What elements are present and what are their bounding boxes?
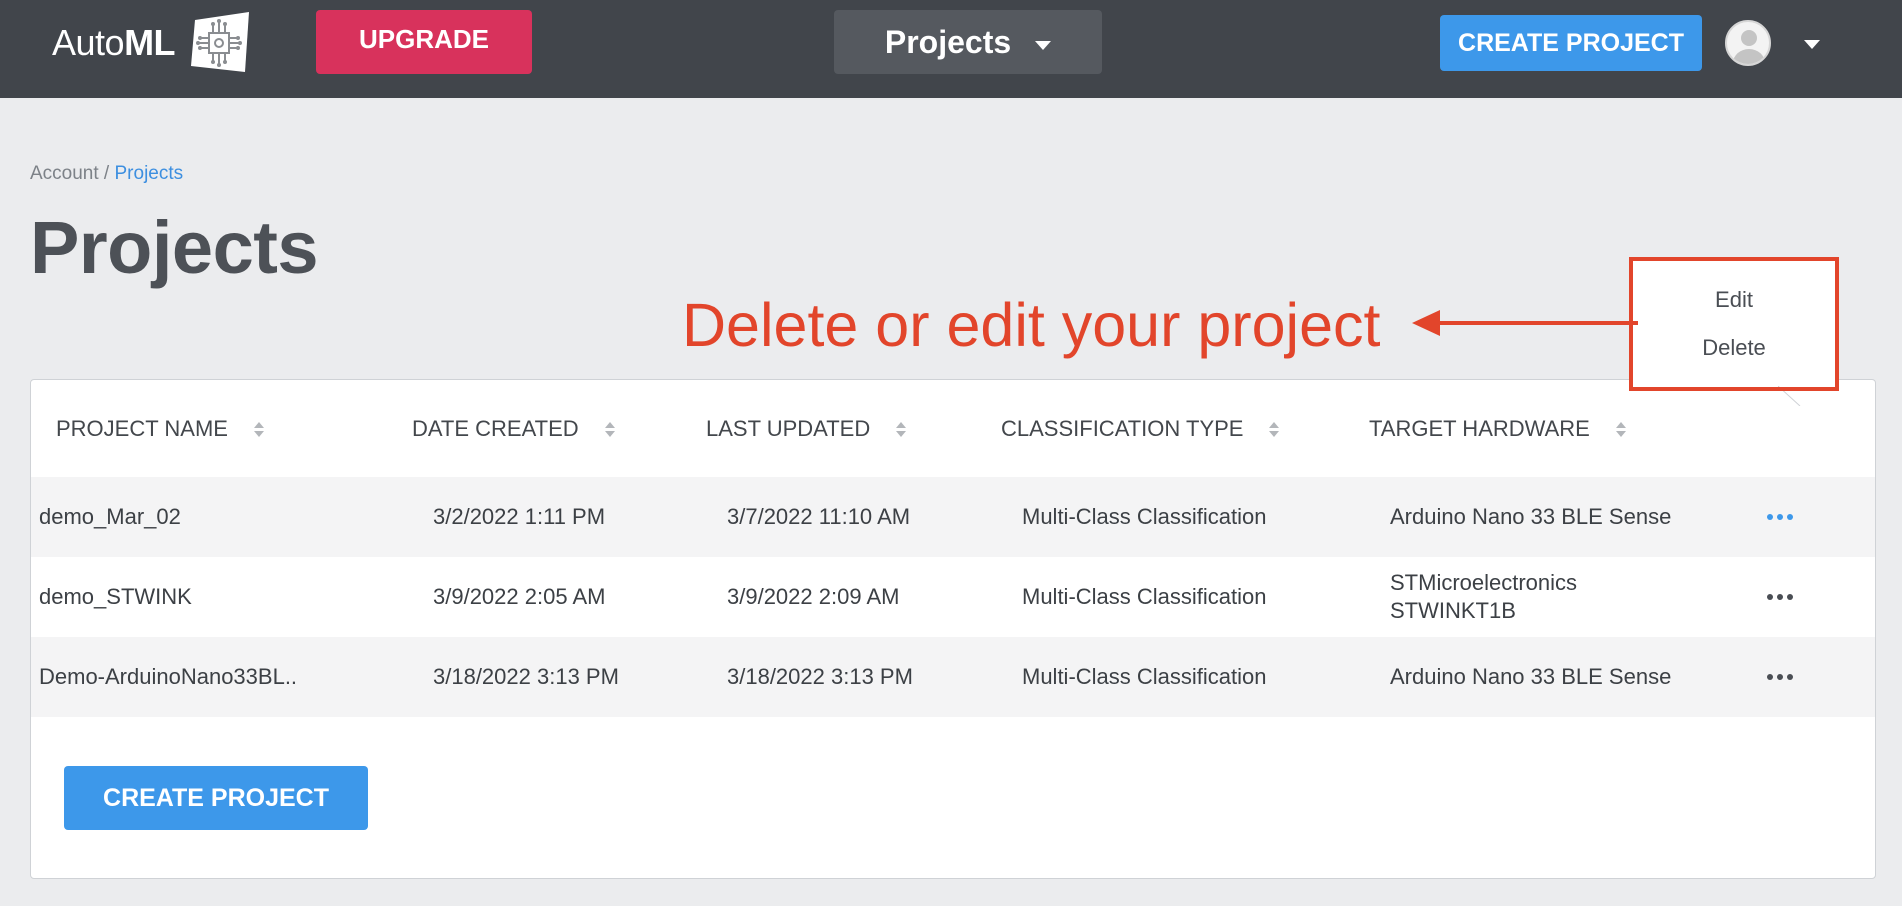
- project-selector-dropdown[interactable]: Projects: [834, 10, 1102, 74]
- column-header-project-name[interactable]: PROJECT NAME: [56, 416, 264, 442]
- date-created-cell: 3/9/2022 2:05 AM: [433, 584, 606, 609]
- target-hardware-cell: Arduino Nano 33 BLE Sense: [1390, 504, 1672, 529]
- table-row[interactable]: Demo-ArduinoNano33BL.. 3/18/2022 3:13 PM…: [31, 637, 1875, 717]
- more-actions-icon[interactable]: [1767, 514, 1793, 520]
- create-project-button[interactable]: CREATE PROJECT: [64, 766, 368, 830]
- project-name-cell[interactable]: demo_STWINK: [39, 583, 192, 611]
- circuit-chip-icon: [191, 12, 250, 72]
- projects-table-card: PROJECT NAME DATE CREATED LAST UPDATED C…: [30, 379, 1876, 879]
- user-menu-chevron-down-icon[interactable]: [1804, 40, 1820, 49]
- classification-type-cell: Multi-Class Classification: [1022, 584, 1267, 609]
- table-row[interactable]: demo_Mar_02 3/2/2022 1:11 PM 3/7/2022 11…: [31, 477, 1875, 557]
- chevron-down-icon: [1035, 40, 1052, 50]
- column-header-classification-type[interactable]: CLASSIFICATION TYPE: [1001, 416, 1280, 442]
- target-hardware-cell: STMicroelectronics STWINKT1B: [1390, 570, 1578, 623]
- annotation-highlight-box: [1629, 257, 1839, 391]
- upgrade-button[interactable]: UPGRADE: [316, 10, 532, 74]
- sort-icon[interactable]: [1269, 421, 1280, 437]
- project-name-cell[interactable]: Demo-ArduinoNano33BL..: [39, 663, 297, 691]
- breadcrumb-separator: /: [98, 163, 115, 184]
- logo-text: AutoML: [52, 22, 176, 63]
- automl-logo[interactable]: AutoML: [52, 12, 251, 74]
- classification-type-cell: Multi-Class Classification: [1022, 664, 1267, 689]
- table-header: PROJECT NAME DATE CREATED LAST UPDATED C…: [31, 380, 1875, 476]
- date-created-cell: 3/2/2022 1:11 PM: [433, 504, 606, 529]
- more-actions-icon[interactable]: [1767, 674, 1793, 680]
- breadcrumb-account-link[interactable]: Account: [30, 163, 99, 184]
- top-navigation-bar: AutoML UPGRADE Projects CREATE PROJECT: [0, 0, 1902, 98]
- date-created-cell: 3/18/2022 3:13 PM: [433, 664, 619, 689]
- column-header-target-hardware[interactable]: TARGET HARDWARE: [1369, 416, 1626, 442]
- page-title: Projects: [30, 206, 319, 289]
- column-header-last-updated[interactable]: LAST UPDATED: [706, 416, 907, 442]
- last-updated-cell: 3/9/2022 2:09 AM: [727, 584, 900, 609]
- user-avatar-icon[interactable]: [1725, 20, 1771, 66]
- column-header-date-created[interactable]: DATE CREATED: [412, 416, 615, 442]
- sort-icon[interactable]: [896, 421, 907, 437]
- target-hardware-cell: Arduino Nano 33 BLE Sense: [1390, 664, 1672, 689]
- sort-icon[interactable]: [1615, 421, 1626, 437]
- table-row[interactable]: demo_STWINK 3/9/2022 2:05 AM 3/9/2022 2:…: [31, 557, 1875, 637]
- last-updated-cell: 3/18/2022 3:13 PM: [727, 664, 913, 689]
- breadcrumb-current[interactable]: Projects: [115, 163, 184, 184]
- classification-type-cell: Multi-Class Classification: [1022, 504, 1267, 529]
- project-selector-label: Projects: [884, 23, 1012, 60]
- sort-icon[interactable]: [604, 421, 615, 437]
- annotation-arrow-icon: [1412, 310, 1638, 336]
- create-project-button-header[interactable]: CREATE PROJECT: [1440, 15, 1702, 71]
- more-actions-icon[interactable]: [1767, 594, 1793, 600]
- project-name-cell[interactable]: demo_Mar_02: [39, 503, 181, 531]
- annotation-callout-text: Delete or edit your project: [682, 291, 1381, 359]
- sort-icon[interactable]: [253, 421, 264, 437]
- breadcrumb: Account / Projects: [30, 163, 183, 185]
- last-updated-cell: 3/7/2022 11:10 AM: [727, 504, 911, 529]
